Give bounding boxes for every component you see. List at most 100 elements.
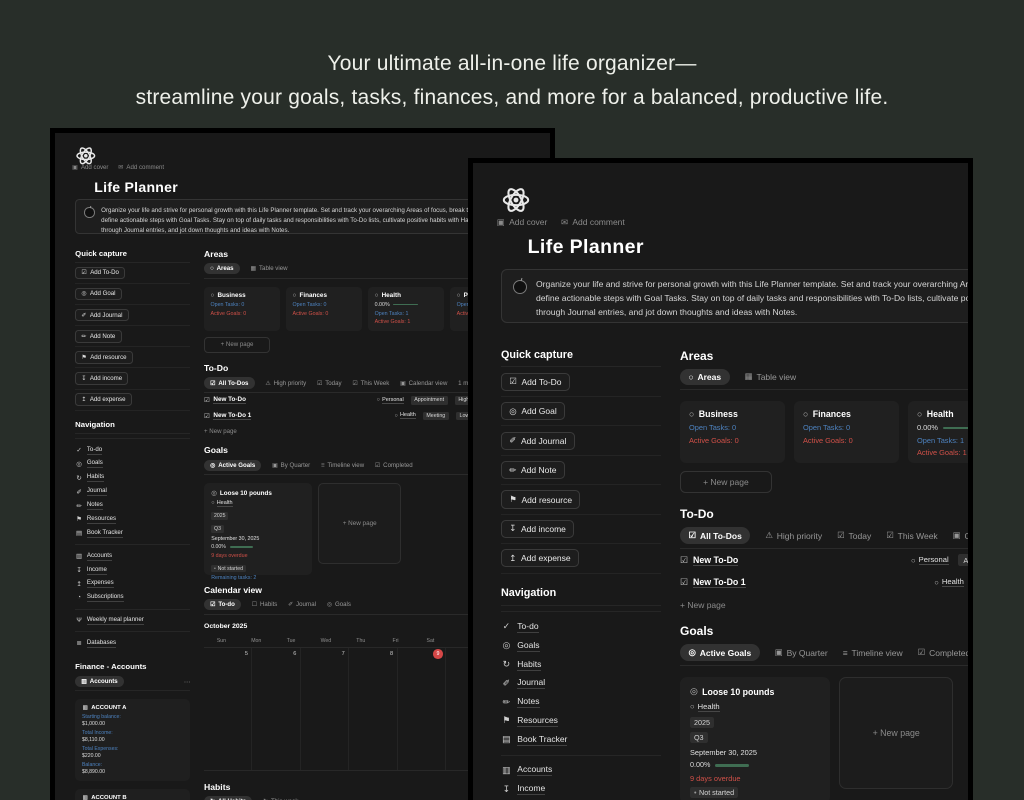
view-tab[interactable]: ≡ Timeline view [321,462,364,469]
area-card[interactable]: ○ Finances Open Tasks: 0 Active Goals: 0 [286,286,362,332]
view-tab[interactable]: ▣Calendar view [953,530,968,541]
nav-weekly-meal-planner[interactable]: Ψ Weekly meal planner [75,614,190,628]
nav-resources[interactable]: ⚑ Resources [75,513,190,527]
nav-goals[interactable]: ◎ Goals [75,457,190,471]
view-tab[interactable]: ☑ Today [837,530,871,541]
view-tab[interactable]: ☑ This Week [352,380,389,387]
add-todo-button[interactable]: ☑ Add To-Do [75,266,126,280]
todo-row[interactable]: ☑ New To-Do 1 ○Health Meeting [680,571,968,593]
checkbox-icon[interactable]: ☑ [204,412,210,420]
area-card[interactable]: ○ Business Open Tasks: 0 Active Goals: 0 [204,286,280,332]
nav-income[interactable]: ↧ Income [501,780,661,799]
nav-journal[interactable]: ✐ Journal [501,674,661,693]
nav-notes[interactable]: ✏ Notes [501,693,661,712]
area-card[interactable]: ○ Finances Open Tasks: 0 Active Goals: 0 [794,401,899,464]
nav-accounts[interactable]: ▥ Accounts [501,761,661,780]
add-expense-button[interactable]: ↥ Add expense [501,549,579,568]
add-journal-button[interactable]: ✐ Add Journal [501,431,575,450]
add-expense-button[interactable]: ↥ Add expense [75,393,132,406]
add-note-button[interactable]: ✏ Add Note [75,329,122,343]
view-tab[interactable]: ☑ Completed [918,647,968,658]
nav-book-tracker[interactable]: ▤ Book Tracker [75,526,190,540]
calendar-cell[interactable]: 6 [252,647,301,771]
view-tab[interactable]: ≡ Timeline view [843,648,903,658]
view-tab[interactable]: ▦ Table view [250,265,287,272]
view-tab[interactable]: ○ Areas [204,263,240,275]
view-tab[interactable]: ⚠ High priority [265,380,306,387]
view-tab[interactable]: ◎ Active Goals [680,644,760,661]
new-page-card[interactable]: + New page [839,677,954,790]
calendar-cell[interactable]: 9 [398,647,446,771]
tab-accounts[interactable]: ▥ Accounts [75,675,124,688]
todo-title[interactable]: New To-Do 1 [213,412,252,420]
nav-expenses[interactable]: ↥ Expenses [75,577,190,591]
add-cover-button[interactable]: ▣ Add cover [72,164,108,171]
view-tab[interactable]: ⚠ High priority [765,530,822,541]
add-income-button[interactable]: ↧ Add income [75,372,129,385]
add-comment-button[interactable]: ✉ Add comment [561,217,625,228]
add-goal-button[interactable]: ◎ Add Goal [501,402,565,421]
area-card[interactable]: ○ Business Open Tasks: 0 Active Goals: 0 [680,401,785,464]
nav-databases[interactable]: ≣ Databases [75,636,190,650]
checkbox-icon[interactable]: ☑ [680,577,688,588]
add-journal-button[interactable]: ✐ Add Journal [75,308,129,322]
area-reference[interactable]: ○ Personal [911,555,949,566]
add-note-button[interactable]: ✏ Add Note [501,460,565,480]
view-tab[interactable]: ↻All Habits [204,795,253,800]
view-tab[interactable]: ○ Areas [680,369,730,385]
add-resource-button[interactable]: ⚑ Add resource [75,351,133,364]
nav-goals[interactable]: ◎ Goals [501,636,661,655]
nav-accounts[interactable]: ▥ Accounts [75,549,190,563]
view-tab[interactable]: ☑ All To-Dos [204,377,255,389]
view-tab[interactable]: ☑ All To-Dos [680,527,751,544]
atom-page-icon[interactable] [501,185,531,215]
view-tab[interactable]: ▣ By Quarter [775,647,828,658]
nav-subscriptions[interactable]: ◔ Subscriptions [75,591,190,605]
calendar-cell[interactable]: 7 [301,647,350,771]
view-tab[interactable]: ◎ Active Goals [204,459,262,471]
nav-resources[interactable]: ⚑ Resources [501,711,661,730]
view-tab[interactable]: ✐ Journal [288,601,316,608]
new-page-button[interactable]: + New page [680,600,968,610]
new-page-button[interactable]: + New page [680,471,772,493]
nav-todo[interactable]: ✓ To-do [501,618,661,637]
area-reference[interactable]: ○ Personal [377,397,404,404]
nav-notes[interactable]: ✏ Notes [75,499,190,513]
checkbox-icon[interactable]: ☑ [204,396,210,404]
nav-journal[interactable]: ✐ Journal [75,485,190,499]
view-tab[interactable]: ▣ By Quarter [272,462,310,469]
calendar-cell[interactable]: 5 [204,647,253,771]
todo-title[interactable]: New To-Do 1 [693,577,746,588]
view-tab[interactable]: ☑ To-do [204,599,241,611]
account-card[interactable]: ▥ ACCOUNT A Starting balance: $1,000.00 T… [75,699,191,782]
add-goal-button[interactable]: ◎ Add Goal [75,287,122,301]
area-card[interactable]: ○ Health 0.00% Open Tasks: 1 Active Goals… [368,286,444,332]
add-income-button[interactable]: ↧ Add income [501,519,575,539]
view-tab[interactable]: ☑ Completed [375,462,413,469]
view-tab[interactable]: ☑ This Week [886,530,937,541]
view-tab[interactable]: ◎ Goals [327,601,351,608]
add-cover-button[interactable]: ▣ Add cover [497,217,548,228]
new-page-card[interactable]: + New page [318,483,401,564]
view-tab[interactable]: ☐ Habits [252,601,278,608]
nav-habits[interactable]: ↻ Habits [501,655,661,674]
view-tab[interactable]: ☑ Today [317,380,342,387]
area-card[interactable]: ○ Health 0.00% Open Tasks: 1 Active Goals… [908,401,968,464]
add-todo-button[interactable]: ☑ Add To-Do [501,372,570,391]
new-page-button[interactable]: + New page [204,336,271,353]
goal-card[interactable]: ◎ Loose 10 pounds ○ Health 2025 Q3 Septemb… [204,483,313,581]
add-comment-button[interactable]: ✉ Add comment [118,164,164,171]
nav-book-tracker[interactable]: ▤ Book Tracker [501,730,661,749]
add-resource-button[interactable]: ⚑ Add resource [501,490,581,509]
calendar-cell[interactable]: 8 [349,647,398,771]
area-reference[interactable]: ○ Health [394,412,416,420]
view-tab[interactable]: ▣Calendar view [400,380,447,387]
more-icon[interactable]: ⋯ [184,678,190,686]
account-card[interactable]: ▥ACCOUNT B Starting balance: $500.00 Tot… [75,789,191,800]
todo-title[interactable]: New To-Do [693,555,739,566]
nav-todo[interactable]: ✓ To-do [75,443,190,457]
area-reference[interactable]: ○ Health [211,500,233,507]
area-reference[interactable]: ○ Health [690,702,720,712]
view-tab[interactable]: ▦ Table view [745,371,797,382]
area-reference[interactable]: ○ Health [934,577,964,588]
